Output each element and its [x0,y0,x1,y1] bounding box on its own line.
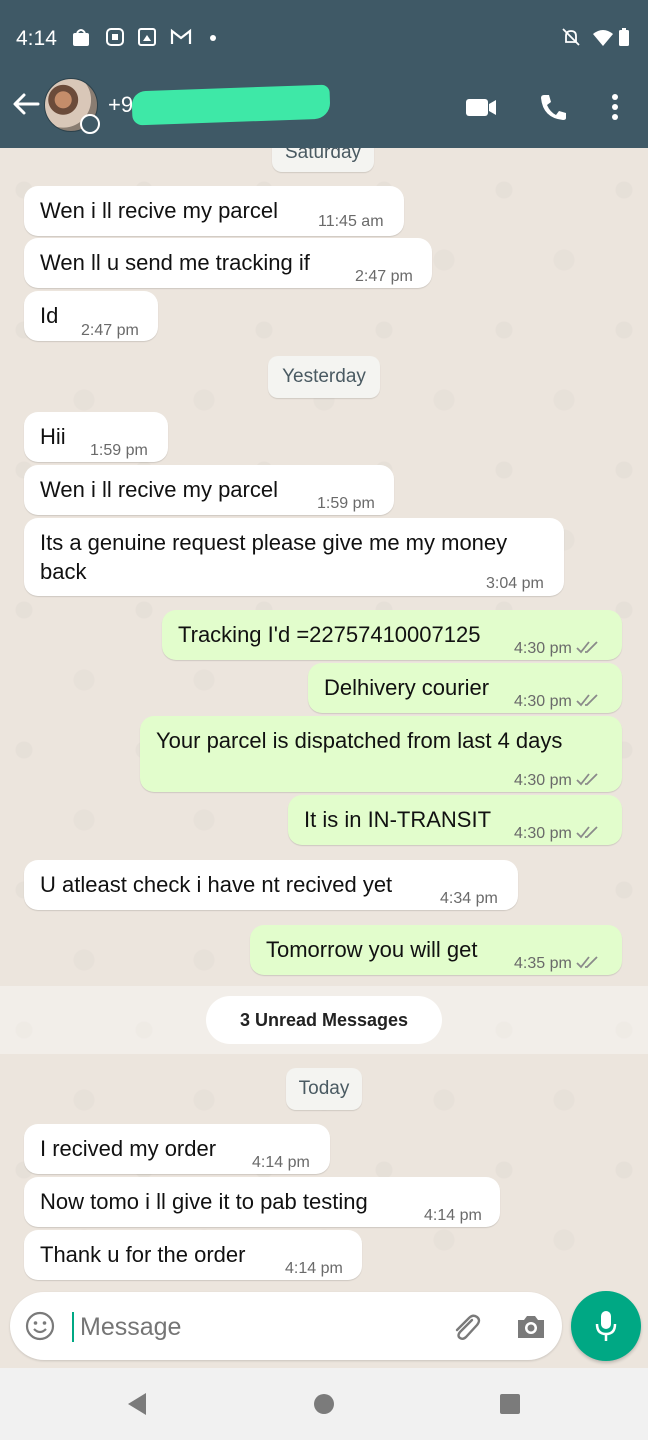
read-ticks-icon [576,826,598,839]
dot-icon [210,35,216,41]
message-text: Now tomo i ll give it to pab testing [40,1189,368,1214]
message-text: Wen ll u send me tracking if [40,250,310,275]
chat-area[interactable]: Saturday Wen i ll recive my parcel 11:45… [0,148,648,1296]
message-time: 4:14 pm [424,1207,482,1224]
message-time: 4:30 pm [514,640,572,657]
attach-icon[interactable] [448,1310,484,1346]
message-time: 1:59 pm [317,495,375,512]
emoji-icon[interactable] [24,1310,56,1342]
message-bubble[interactable]: Now tomo i ll give it to pab testing 4:1… [24,1177,500,1227]
message-meta: 4:35 pm [514,949,600,978]
message-bubble[interactable]: Tracking I'd =22757410007125 4:30 pm [162,610,622,660]
message-text: Id [40,303,59,328]
read-ticks-icon [576,773,598,786]
notifications-muted-icon [562,28,580,46]
message-bubble[interactable]: Wen i ll recive my parcel 11:45 am [24,186,404,236]
status-ring-icon [80,114,100,134]
message-text: Delhivery courier [324,675,490,700]
message-bubble[interactable]: Wen ll u send me tracking if 2:47 pm [24,238,432,288]
microphone-button[interactable] [571,1291,641,1361]
message-time: 4:34 pm [440,890,498,907]
gallery-icon [138,28,156,46]
message-time: 4:30 pm [514,825,572,842]
chat-header: +91 [0,76,648,148]
message-input[interactable] [80,1310,420,1344]
status-bar: 4:14 [0,0,648,76]
message-text: Thank u for the order [40,1242,246,1267]
message-bubble[interactable]: It is in IN-TRANSIT 4:30 pm [288,795,622,845]
message-text: Its a genuine request please give me my … [40,530,508,584]
text-cursor [72,1312,74,1342]
message-bubble[interactable]: I recived my order 4:14 pm [24,1124,330,1174]
date-divider-saturday: Saturday [272,148,374,172]
date-divider-yesterday: Yesterday [268,356,380,398]
more-options-icon[interactable] [598,92,632,122]
message-text: U atleast check i have nt recived yet [40,872,393,897]
message-meta: 4:30 pm [514,687,600,716]
nav-home-icon[interactable] [310,1390,338,1418]
wifi-icon [593,30,613,46]
message-time: 4:35 pm [514,955,572,972]
message-time: 2:47 pm [355,268,413,285]
message-time: 1:59 pm [90,442,148,459]
battery-icon [619,28,629,46]
video-call-icon[interactable] [464,92,498,122]
message-bubble[interactable]: Wen i ll recive my parcel 1:59 pm [24,465,394,515]
message-bubble[interactable]: U atleast check i have nt recived yet 4:… [24,860,518,910]
app-icon [106,28,124,46]
message-bubble[interactable]: Id 2:47 pm [24,291,158,341]
message-meta: 4:30 pm [514,819,600,848]
message-meta: 4:30 pm [514,766,600,795]
message-bubble[interactable]: Tomorrow you will get 4:35 pm [250,925,622,975]
message-text: I recived my order [40,1136,217,1161]
message-text: Wen i ll recive my parcel [40,198,278,223]
voice-call-icon[interactable] [536,92,570,122]
redaction-mark [131,84,331,126]
message-time: 3:04 pm [486,575,544,592]
message-composer [10,1292,562,1360]
shopping-bag-icon [73,29,89,46]
message-bubble[interactable]: Its a genuine request please give me my … [24,518,564,596]
date-divider-today: Today [286,1068,362,1110]
message-text: It is in IN-TRANSIT [304,807,492,832]
android-navigation-bar [0,1368,648,1440]
message-time: 4:14 pm [285,1260,343,1277]
message-text: Tomorrow you will get [266,937,478,962]
message-bubble[interactable]: Thank u for the order 4:14 pm [24,1230,362,1280]
read-ticks-icon [576,641,598,654]
message-time: 4:30 pm [514,772,572,789]
gmail-icon [170,28,192,44]
message-text: Hii [40,424,66,449]
read-ticks-icon [576,694,598,707]
camera-icon[interactable] [514,1310,548,1344]
message-bubble[interactable]: Your parcel is dispatched from last 4 da… [140,716,622,792]
unread-messages-banner: 3 Unread Messages [206,996,442,1044]
message-time: 2:47 pm [81,322,139,339]
message-text: Tracking I'd =22757410007125 [178,622,481,647]
back-arrow-icon[interactable] [10,88,42,120]
message-bubble[interactable]: Hii 1:59 pm [24,412,168,462]
status-time: 4:14 [16,27,57,50]
message-text: Wen i ll recive my parcel [40,477,278,502]
nav-back-icon[interactable] [124,1390,152,1418]
microphone-icon [595,1311,617,1341]
message-time: 11:45 am [318,213,384,230]
nav-recents-icon[interactable] [496,1390,524,1418]
read-ticks-icon [576,956,598,969]
message-bubble[interactable]: Delhivery courier 4:30 pm [308,663,622,713]
message-time: 4:14 pm [252,1154,310,1171]
message-text: Your parcel is dispatched from last 4 da… [156,728,563,753]
message-meta: 4:30 pm [514,634,600,663]
message-time: 4:30 pm [514,693,572,710]
